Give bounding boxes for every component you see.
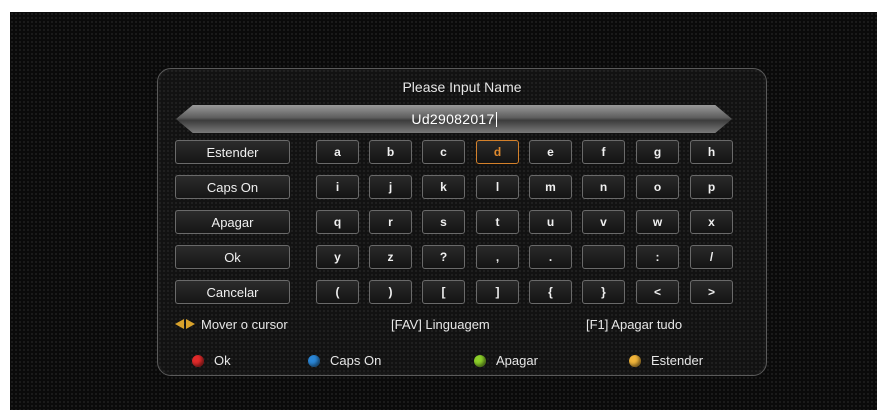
arrow-left-icon: [175, 319, 184, 329]
key[interactable]: f: [582, 140, 625, 164]
dialog-title: Please Input Name: [402, 79, 522, 95]
key[interactable]: :: [636, 245, 679, 269]
key[interactable]: p: [690, 175, 733, 199]
name-input-value: Ud29082017: [411, 111, 495, 127]
caps-on-button[interactable]: Caps On: [175, 175, 290, 199]
color-key-ok-label: Ok: [214, 353, 231, 368]
color-key-caps-on-label: Caps On: [330, 353, 382, 368]
cursor-hint: Mover o cursor: [175, 316, 288, 332]
key[interactable]: k: [422, 175, 465, 199]
estender-button[interactable]: Estender: [175, 140, 290, 164]
key[interactable]: b: [369, 140, 412, 164]
key[interactable]: /: [690, 245, 733, 269]
color-key-apagar-label: Apagar: [496, 353, 538, 368]
key[interactable]: q: [316, 210, 359, 234]
key[interactable]: a: [316, 140, 359, 164]
input-name-dialog: Please Input Name Ud29082017 Estender Ca…: [157, 68, 767, 376]
apagar-button[interactable]: Apagar: [175, 210, 290, 234]
key[interactable]: }: [582, 280, 625, 304]
yellow-button-icon: [629, 354, 641, 367]
color-key-caps-on[interactable]: Caps On: [308, 353, 381, 368]
key[interactable]: c: [422, 140, 465, 164]
key[interactable]: s: [422, 210, 465, 234]
key[interactable]: [: [422, 280, 465, 304]
language-hint: [FAV] Linguagem: [391, 316, 490, 332]
key[interactable]: v: [582, 210, 625, 234]
color-key-estender[interactable]: Estender: [629, 353, 703, 368]
key[interactable]: j: [369, 175, 412, 199]
key[interactable]: (: [316, 280, 359, 304]
key[interactable]: g: [636, 140, 679, 164]
key[interactable]: i: [316, 175, 359, 199]
key[interactable]: x: [690, 210, 733, 234]
key[interactable]: ]: [476, 280, 519, 304]
key[interactable]: h: [690, 140, 733, 164]
cancelar-button[interactable]: Cancelar: [175, 280, 290, 304]
key[interactable]: n: [582, 175, 625, 199]
key[interactable]: d: [476, 140, 519, 164]
key[interactable]: r: [369, 210, 412, 234]
text-caret: [495, 111, 497, 127]
key[interactable]: z: [369, 245, 412, 269]
key[interactable]: e: [529, 140, 572, 164]
key[interactable]: <: [636, 280, 679, 304]
key[interactable]: ?: [422, 245, 465, 269]
key[interactable]: w: [636, 210, 679, 234]
red-button-icon: [192, 354, 204, 367]
color-key-apagar[interactable]: Apagar: [474, 353, 538, 368]
color-key-estender-label: Estender: [651, 353, 704, 368]
tv-screen: Please Input Name Ud29082017 Estender Ca…: [10, 12, 877, 410]
cursor-hint-label: Mover o cursor: [201, 316, 288, 332]
name-input-field[interactable]: Ud29082017: [176, 105, 732, 133]
key[interactable]: {: [529, 280, 572, 304]
key[interactable]: u: [529, 210, 572, 234]
key[interactable]: t: [476, 210, 519, 234]
ok-button[interactable]: Ok: [175, 245, 290, 269]
key[interactable]: m: [529, 175, 572, 199]
clear-all-hint: [F1] Apagar tudo: [586, 316, 683, 332]
key[interactable]: o: [636, 175, 679, 199]
key[interactable]: y: [316, 245, 359, 269]
color-key-ok[interactable]: Ok: [192, 353, 231, 368]
green-button-icon: [474, 354, 486, 367]
key[interactable]: .: [529, 245, 572, 269]
arrow-right-icon: [186, 319, 195, 329]
key[interactable]: >: [690, 280, 733, 304]
key[interactable]: l: [476, 175, 519, 199]
key[interactable]: [582, 245, 625, 269]
key[interactable]: ): [369, 280, 412, 304]
blue-button-icon: [308, 354, 320, 367]
key[interactable]: ,: [476, 245, 519, 269]
